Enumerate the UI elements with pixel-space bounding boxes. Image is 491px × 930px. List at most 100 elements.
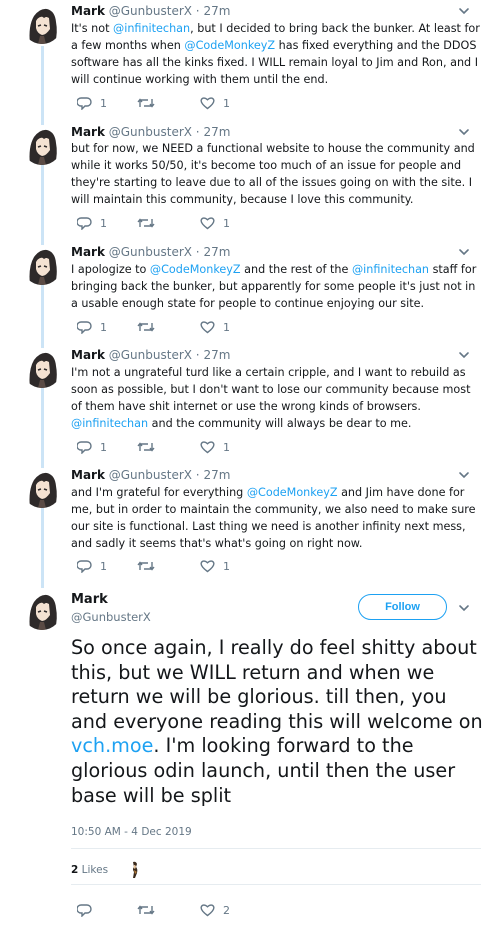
separator: · [191,468,204,482]
author-handle[interactable]: @GunbusterX [105,125,192,139]
link[interactable]: vch.moe [71,734,153,757]
avatar-image [22,245,62,285]
retweet-icon [137,442,155,452]
tweet-text: I apologize to @CodeMonkeyZ and the rest… [71,263,477,310]
reply-icon [77,97,92,110]
reply-icon [77,321,92,334]
tweet-header: Mark @GunbusterX · 27m [71,468,230,482]
avatar[interactable] [22,590,62,630]
reply-count: 1 [100,216,107,230]
tweet-text: I'm not a ungrateful turd like a certain… [71,366,471,430]
chevron-down-icon[interactable] [457,125,471,139]
like-count: 1 [223,440,230,454]
tweet-time[interactable]: 27m [203,125,230,139]
reply-button[interactable] [77,902,92,918]
author-name[interactable]: Mark [71,348,105,362]
like-button[interactable]: 1 [200,558,230,574]
avatar-image [22,468,62,508]
chevron-down-icon[interactable] [457,601,471,615]
like-icon [200,441,215,454]
retweet-icon [137,905,155,915]
like-count: 1 [223,320,230,334]
tweet-time[interactable]: 27m [203,348,230,362]
likes-count: 2 [71,864,79,876]
like-count: 1 [223,216,230,230]
tweet-time[interactable]: 27m [203,468,230,482]
like-button[interactable]: 1 [200,439,230,455]
like-count: 1 [223,96,230,110]
tweet-time[interactable]: 27m [203,4,230,18]
retweet-icon [137,218,155,228]
separator: · [191,4,204,18]
author-handle[interactable]: @GunbusterX [71,610,151,624]
tweet-timestamp[interactable]: 10:50 AM - 4 Dec 2019 [71,826,192,838]
tweet-time[interactable]: 27m [203,245,230,259]
reply-button[interactable]: 1 [77,215,107,231]
tweet-header: Mark @GunbusterX · 27m [71,348,230,362]
tweet-header: Mark @GunbusterX · 27m [71,245,230,259]
author-handle[interactable]: @GunbusterX [105,245,192,259]
author-name[interactable]: Mark [71,4,105,18]
tweet-text: but for now, we NEED a functional websit… [71,142,475,206]
retweet-button[interactable] [137,558,155,574]
mention-link[interactable]: @CodeMonkeyZ [247,486,338,499]
retweet-button[interactable] [137,215,155,231]
mention-link[interactable]: @infinitechan [113,22,190,35]
tweet-header: Mark @GunbusterX · 27m [71,4,230,18]
reply-button[interactable]: 1 [77,95,107,111]
author-name[interactable]: Mark [71,245,105,259]
reply-icon [77,441,92,454]
chevron-down-icon[interactable] [457,245,471,259]
reply-button[interactable]: 1 [77,439,107,455]
author-handle[interactable]: @GunbusterX [105,348,192,362]
reply-count: 1 [100,440,107,454]
author-name[interactable]: Mark [71,125,105,139]
like-button[interactable]: 1 [200,215,230,231]
avatar[interactable] [22,245,62,285]
like-button[interactable]: 1 [200,319,230,335]
author-name[interactable]: Mark [71,468,105,482]
chevron-down-icon[interactable] [457,4,471,18]
retweet-button[interactable] [137,319,155,335]
avatar-image [22,4,62,44]
avatar-image [22,348,62,388]
like-icon [200,904,215,917]
retweet-button[interactable] [137,902,155,918]
author-name[interactable]: Mark [71,592,108,607]
avatar[interactable] [22,348,62,388]
retweet-button[interactable] [137,95,155,111]
mention-link[interactable]: @infinitechan [71,417,148,430]
likes-stat[interactable]: 2 Likes [71,864,108,876]
chevron-down-icon[interactable] [457,468,471,482]
author-handle[interactable]: @GunbusterX [105,468,192,482]
avatar[interactable] [22,468,62,508]
reply-button[interactable]: 1 [77,558,107,574]
avatar-image [22,125,62,165]
separator: · [191,245,204,259]
like-icon [200,217,215,230]
liker-avatar[interactable] [124,859,146,881]
likes-label: Likes [81,864,109,876]
separator: · [191,348,204,362]
avatar[interactable] [22,4,62,44]
like-icon [200,97,215,110]
reply-count: 1 [100,96,107,110]
author-handle[interactable]: @GunbusterX [105,4,192,18]
mention-link[interactable]: @infinitechan [352,263,429,276]
reply-button[interactable]: 1 [77,319,107,335]
separator: · [191,125,204,139]
like-icon [200,560,215,573]
like-button[interactable]: 1 [200,95,230,111]
mention-link[interactable]: @CodeMonkeyZ [184,39,275,52]
chevron-down-icon[interactable] [457,348,471,362]
tweet-text: and I'm grateful for everything @CodeMon… [71,486,476,550]
follow-button[interactable]: Follow [358,594,447,620]
mention-link[interactable]: @CodeMonkeyZ [150,263,241,276]
avatar[interactable] [22,125,62,165]
avatar-image [22,590,62,630]
retweet-button[interactable] [137,439,155,455]
retweet-icon [137,322,155,332]
like-count: 1 [223,559,230,573]
like-icon [200,321,215,334]
like-button[interactable]: 2 [200,902,230,918]
